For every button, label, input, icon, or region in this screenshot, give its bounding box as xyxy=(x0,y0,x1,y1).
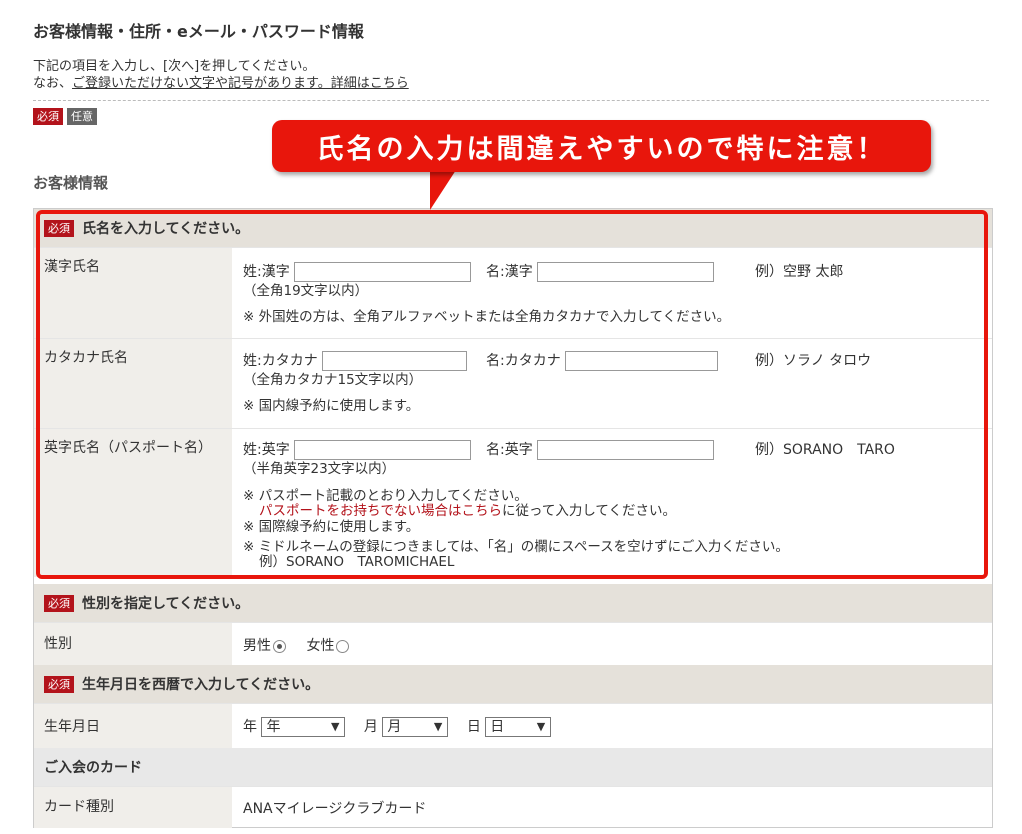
page-title: お客様情報・住所・eメール・パスワード情報 xyxy=(33,22,364,41)
gender-label: 性別 xyxy=(34,623,232,666)
gender-row: 性別 男性 女性 xyxy=(34,622,992,666)
birth-label: 生年月日 xyxy=(34,704,232,749)
day-label: 日 xyxy=(466,719,481,735)
card-type-value: ANAマイレージクラブカード xyxy=(243,801,427,817)
name-highlight-box xyxy=(36,210,988,579)
invalid-characters-link[interactable]: ご登録いただけない文字や記号があります。詳細はこちら xyxy=(72,76,409,91)
required-badge: 必須 xyxy=(44,594,74,612)
card-type-label: カード種別 xyxy=(34,787,232,828)
card-group-heading: ご入会のカード xyxy=(34,748,992,786)
month-select-value: 月 xyxy=(387,719,402,735)
section-heading: お客様情報 xyxy=(33,174,109,192)
intro-line-2: なお、ご登録いただけない文字や記号があります。詳細はこちら xyxy=(33,75,409,92)
female-label: 女性 xyxy=(306,638,335,654)
legend: 必須 任意 xyxy=(33,108,101,125)
intro-line-1: 下記の項目を入力し、[次へ]を押してください。 xyxy=(33,59,316,74)
dropdown-arrow-icon: ▼ xyxy=(536,720,546,733)
year-label: 年 xyxy=(243,719,257,735)
gender-group-heading: 必須 性別を指定してください。 xyxy=(34,584,992,622)
male-radio[interactable] xyxy=(273,639,286,653)
month-select[interactable]: 月 ▼ xyxy=(382,717,449,737)
required-badge: 必須 xyxy=(33,108,63,125)
attention-callout: 氏名の入力は間違えやすいので特に注意！ xyxy=(272,120,931,172)
required-badge: 必須 xyxy=(44,675,74,693)
birth-group-heading: 必須 生年月日を西暦で入力してください。 xyxy=(34,665,992,703)
intro-text: 下記の項目を入力し、[次へ]を押してください。 なお、ご登録いただけない文字や記… xyxy=(33,58,409,92)
year-select[interactable]: 年 ▼ xyxy=(261,717,346,737)
dropdown-arrow-icon: ▼ xyxy=(330,720,340,733)
dropdown-arrow-icon: ▼ xyxy=(433,720,443,733)
optional-badge: 任意 xyxy=(67,108,97,125)
birth-row: 生年月日 年 年 ▼ 月 月 ▼ 日 日 ▼ xyxy=(34,703,992,749)
gender-group-heading-text: 性別を指定してください。 xyxy=(82,596,250,612)
divider xyxy=(33,100,989,101)
day-select[interactable]: 日 ▼ xyxy=(485,717,552,737)
card-row: カード種別 ANAマイレージクラブカード xyxy=(34,786,992,828)
female-radio[interactable] xyxy=(336,639,350,653)
year-select-value: 年 xyxy=(266,719,281,735)
intro-prefix: なお、 xyxy=(33,76,73,91)
month-label: 月 xyxy=(363,719,378,735)
birth-group-heading-text: 生年月日を西暦で入力してください。 xyxy=(82,677,320,693)
male-label: 男性 xyxy=(243,638,271,654)
callout-pointer xyxy=(430,170,456,210)
day-select-value: 日 xyxy=(490,719,505,735)
